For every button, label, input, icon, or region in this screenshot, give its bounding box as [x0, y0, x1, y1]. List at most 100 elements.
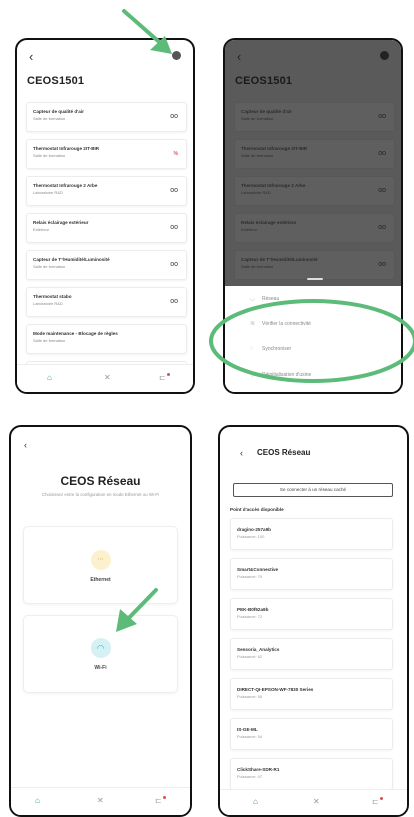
device-name: Capteur de qualité d'air — [241, 109, 292, 114]
bottom-nav: ⌂ ✕ ⊏ — [11, 787, 190, 815]
network-list: dragino-257a9b Puissance: 100 Smart&Connec… — [230, 518, 393, 798]
device-name: Thermostat Infrarouge 2 Arbe — [33, 183, 98, 188]
network-row[interactable]: Sensoria_Analytics Puissance: 62 — [230, 638, 393, 670]
notification-badge — [167, 373, 170, 376]
phone-screen-wifi-list: ‹ CEOS Réseau Se connecter à un réseau c… — [218, 425, 409, 817]
back-icon[interactable]: ‹ — [29, 50, 33, 63]
menu-item-sync[interactable]: ◌ Synchroniser — [250, 346, 291, 358]
phone-screen-device-list: ‹ CEOS1501 Capteur de qualité d'air Salle… — [15, 38, 195, 394]
network-ssid: Sensoria_Analytics — [237, 647, 280, 652]
tools-icon[interactable]: ✕ — [313, 798, 320, 806]
notifications-icon[interactable]: ⊏ — [155, 797, 162, 805]
network-power: Puissance: 55 — [237, 694, 263, 699]
tools-icon[interactable]: ✕ — [97, 797, 104, 805]
menu-item-signal[interactable]: ≋ Vérifier la connectivité — [250, 320, 311, 332]
back-icon: ‹ — [237, 49, 242, 64]
menu-item-wrench[interactable]: ⚲ Réinitialisation d'usine — [250, 371, 311, 383]
signal-icon: ≋ — [250, 321, 256, 327]
page-title: CEOS Réseau — [60, 474, 141, 488]
notification-badge — [163, 796, 166, 799]
network-row[interactable]: Smart&Connective Puissance: 79 — [230, 558, 393, 590]
device-card[interactable]: Capteur de T°/Humidité/Luminosité Salle d… — [234, 250, 395, 280]
network-power: Puissance: 100 — [237, 534, 265, 539]
device-card[interactable]: Thermostat stabo Laboratoire R&D OO — [26, 287, 187, 317]
bottom-sheet: ◡ Réseau ≋ Vérifier la connectivité ◌ Synchro… — [225, 278, 401, 392]
notifications-icon[interactable]: ⊏ — [372, 798, 379, 806]
home-icon[interactable]: ⌂ — [47, 374, 52, 382]
device-name: Capteur de T°/Humidité/Luminosité — [241, 257, 318, 262]
network-ssid: ClickShare-SDR-R1 — [237, 767, 280, 772]
device-room: Salle de formation — [241, 153, 274, 158]
device-room: Salle de formation — [241, 116, 274, 121]
network-power: Puissance: 47 — [237, 774, 263, 779]
device-status-value: % — [173, 151, 178, 157]
page-title: CEOS Réseau — [257, 448, 311, 457]
section-label: Point d'accès disponible — [230, 507, 284, 512]
device-room: Extérieur — [33, 227, 50, 232]
bottom-nav: ⌂ ✕ ⊏ — [17, 364, 193, 392]
device-name: Capteur de qualité d'air — [33, 109, 84, 114]
menu-item-label: Réinitialisation d'usine — [262, 372, 312, 378]
network-power: Puissance: 79 — [237, 574, 263, 579]
device-room: Laboratoire R&D — [33, 190, 63, 195]
device-room: Laboratoire R&D — [241, 190, 271, 195]
gear-icon[interactable] — [172, 51, 181, 60]
device-status-value: OO — [378, 114, 386, 120]
hidden-network-button[interactable]: Se connecter à un réseau caché — [233, 483, 393, 497]
network-row[interactable]: PEK-B0f62a9b Puissance: 72 — [230, 598, 393, 630]
device-room: Salle de formation — [241, 264, 274, 269]
device-card[interactable]: Capteur de qualité d'air Salle de formati… — [26, 102, 187, 132]
device-card[interactable]: Thermostat Infrarouge 2 Arbe Laboratoire … — [26, 176, 187, 206]
device-name: Relais éclairage extérieur — [241, 220, 297, 225]
device-name: Thermostat stabo — [33, 294, 72, 299]
page-title: CEOS1501 — [235, 75, 293, 87]
back-icon[interactable]: ‹ — [240, 448, 243, 458]
device-card[interactable]: Capteur de T°/Humidité/Luminosité Salle d… — [26, 250, 187, 280]
device-room: Extérieur — [241, 227, 258, 232]
wifi-label: Wi-Fi — [94, 665, 107, 671]
network-row[interactable]: DIRECT-QI-EPSON-WF-7830 Series Puissance:… — [230, 678, 393, 710]
wrench-icon: ⚲ — [250, 372, 255, 378]
device-card[interactable]: Relais éclairage extérieur Extérieur OO — [26, 213, 187, 243]
network-power: Puissance: 54 — [237, 734, 263, 739]
device-name: Mode maintenance - Blocage de règles — [33, 331, 118, 336]
menu-item-wifi[interactable]: ◡ Réseau — [250, 295, 279, 307]
ethernet-option-card[interactable]: ⋯ Ethernet — [23, 526, 178, 604]
home-icon[interactable]: ⌂ — [253, 798, 258, 806]
device-card[interactable]: Thermostat Infrarouge 2IT-BIR Salle de fo… — [26, 139, 187, 169]
notification-badge — [380, 797, 383, 800]
device-card[interactable]: Capteur de qualité d'air Salle de formati… — [234, 102, 395, 132]
device-name: Thermostat Infrarouge 2 Arbe — [241, 183, 306, 188]
network-row[interactable]: ClickShare-SDR-R1 Puissance: 47 — [230, 758, 393, 790]
sheet-handle[interactable] — [307, 278, 323, 280]
network-row[interactable]: IS-GE-ML Puissance: 54 — [230, 718, 393, 750]
back-icon[interactable]: ‹ — [24, 441, 27, 450]
network-row[interactable]: dragino-257a9b Puissance: 100 — [230, 518, 393, 550]
ethernet-icon: ⋯ — [90, 550, 111, 570]
device-status-value: OO — [378, 225, 386, 231]
device-room: Salle de formation — [33, 338, 66, 343]
home-icon[interactable]: ⌂ — [35, 797, 40, 805]
dimmed-overlay[interactable]: ‹ CEOS1501 Capteur de qualité d'air Salle… — [225, 40, 401, 286]
device-list-dimmed: Capteur de qualité d'air Salle de formati… — [234, 102, 395, 287]
device-card[interactable]: Relais éclairage extérieur Extérieur OO — [234, 213, 395, 243]
network-ssid: dragino-257a9b — [237, 527, 271, 532]
menu-item-label: Vérifier la connectivité — [262, 321, 311, 327]
ethernet-label: Ethernet — [90, 577, 111, 583]
wifi-icon: ◡ — [250, 296, 256, 302]
device-status-value: OO — [378, 262, 386, 268]
device-room: Salle de formation — [33, 153, 66, 158]
notifications-icon[interactable]: ⊏ — [159, 374, 166, 382]
device-card[interactable]: Mode maintenance - Blocage de règles Sall… — [26, 324, 187, 354]
tools-icon[interactable]: ✕ — [104, 374, 111, 382]
device-card[interactable]: Thermostat Infrarouge 2IT-BIR Salle de fo… — [234, 139, 395, 169]
device-status-value: OO — [378, 151, 386, 157]
device-name: Capteur de T°/Humidité/Luminosité — [33, 257, 110, 262]
network-ssid: Smart&Connective — [237, 567, 279, 572]
network-ssid: IS-GE-ML — [237, 727, 258, 732]
device-status-value: OO — [170, 225, 178, 231]
wifi-option-card[interactable]: ◠ Wi-Fi — [23, 615, 178, 693]
phone-screen-settings-sheet: ‹ CEOS1501 Capteur de qualité d'air Salle… — [223, 38, 403, 394]
device-card[interactable]: Thermostat Infrarouge 2 Arbe Laboratoire … — [234, 176, 395, 206]
device-status-value: OO — [170, 299, 178, 305]
